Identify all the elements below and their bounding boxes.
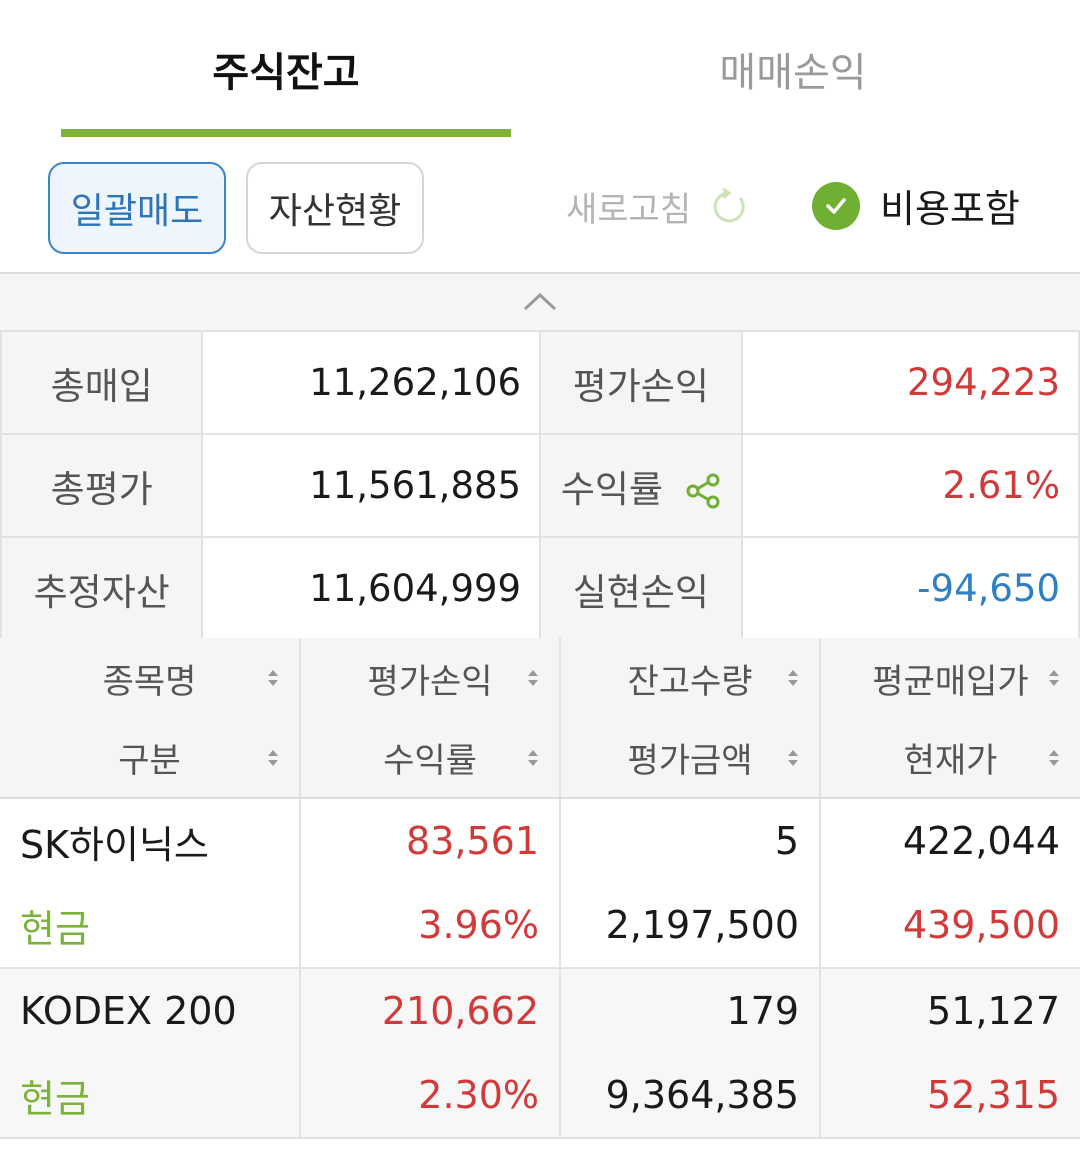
header-type-label: 구분 [118,741,181,781]
sort-icon [1049,749,1059,766]
sort-icon [788,670,798,686]
refresh-label: 새로고침 [566,190,692,230]
stock-eval-amt: 2,197,500 [560,883,821,969]
header-eval-pl[interactable]: 평가손익 [300,638,561,718]
stock-avg-price: 51,127 [820,968,1080,1053]
refresh-icon [713,187,745,222]
header-avg-price[interactable]: 평균매입가 [820,638,1080,718]
stock-type: 현금 [0,1053,301,1139]
tab-stock-balance[interactable]: 주식잔고 [61,40,511,98]
header-return[interactable]: 수익률 [300,718,561,799]
include-fees-label: 비용포함 [880,187,1020,231]
stock-eval-amt: 9,364,385 [560,1053,821,1139]
eval-pl-label: 평가손익 [539,330,743,435]
sort-icon [268,749,278,766]
total-buy-label: 총매입 [0,330,204,435]
header-eval-amt-label: 평가금액 [627,741,753,781]
sort-icon [528,749,538,766]
sort-icon [528,670,538,686]
stock-eval-pl: 210,662 [300,968,561,1053]
stock-eval-pl: 83,561 [300,798,561,883]
summary-collapse-toggle[interactable] [0,272,1080,330]
eval-pl-value: 294,223 [740,330,1080,435]
check-icon [812,181,860,230]
table-row[interactable]: SK하이닉스 83,561 5 422,044 [0,798,1080,883]
holdings-table: 종목명 평가손익 잔고수량 평균매입가 구분 수익률 평가금액 현재가 SK하이… [0,638,1080,1139]
table-row[interactable]: KODEX 200 210,662 179 51,127 [0,968,1080,1053]
chevron-up-icon [523,292,557,311]
stock-return: 3.96% [300,883,561,969]
stock-qty: 179 [560,968,821,1053]
header-avg-price-label: 평균매입가 [872,661,1029,702]
header-eval-pl-label: 평가손익 [367,661,493,702]
header-cur-price-label: 현재가 [903,741,998,781]
est-assets-value: 11,604,999 [201,536,542,641]
stock-cur-price: 52,315 [820,1053,1080,1139]
stock-return: 2.30% [300,1053,561,1139]
asset-status-button[interactable]: 자산현황 [246,162,424,254]
include-fees-toggle[interactable]: 비용포함 [812,178,1020,233]
tab-bar: 주식잔고 매매손익 [0,0,1080,140]
tab-trade-pl[interactable]: 매매손익 [568,40,1018,98]
stock-type: 현금 [0,883,301,969]
header-return-label: 수익률 [383,741,477,781]
summary-table: 총매입 11,262,106 평가손익 294,223 총평가 11,561,8… [0,330,1080,641]
header-name[interactable]: 종목명 [0,638,301,718]
table-row[interactable]: 현금 2.30% 9,364,385 52,315 [0,1053,1080,1139]
header-eval-amt[interactable]: 평가금액 [560,718,821,799]
sell-all-button[interactable]: 일괄매도 [48,162,226,254]
header-qty-label: 잔고수량 [627,661,753,702]
table-row[interactable]: 현금 3.96% 2,197,500 439,500 [0,883,1080,969]
refresh-button[interactable]: 새로고침 [566,182,751,231]
sort-icon [1049,670,1059,686]
total-buy-value: 11,262,106 [201,330,542,435]
stock-name: KODEX 200 [0,968,301,1053]
realized-pl-label: 실현손익 [539,536,743,641]
share-icon[interactable] [685,473,721,509]
stock-cur-price: 439,500 [820,883,1080,969]
total-eval-label: 총평가 [0,433,204,538]
header-type[interactable]: 구분 [0,718,301,799]
est-assets-label: 추정자산 [0,536,204,641]
tab-active-indicator [61,129,511,137]
return-value: 2.61% [740,433,1080,538]
sort-icon [788,749,798,766]
header-name-label: 종목명 [102,661,197,702]
header-qty[interactable]: 잔고수량 [560,638,821,718]
total-eval-value: 11,561,885 [201,433,542,538]
stock-qty: 5 [560,798,821,883]
return-label-cell: 수익률 [539,433,743,538]
realized-pl-value: -94,650 [740,536,1080,641]
stock-name: SK하이닉스 [0,798,301,883]
header-cur-price[interactable]: 현재가 [820,718,1080,799]
return-label: 수익률 [560,467,663,511]
stock-avg-price: 422,044 [902,819,1060,863]
sort-icon [268,670,278,686]
